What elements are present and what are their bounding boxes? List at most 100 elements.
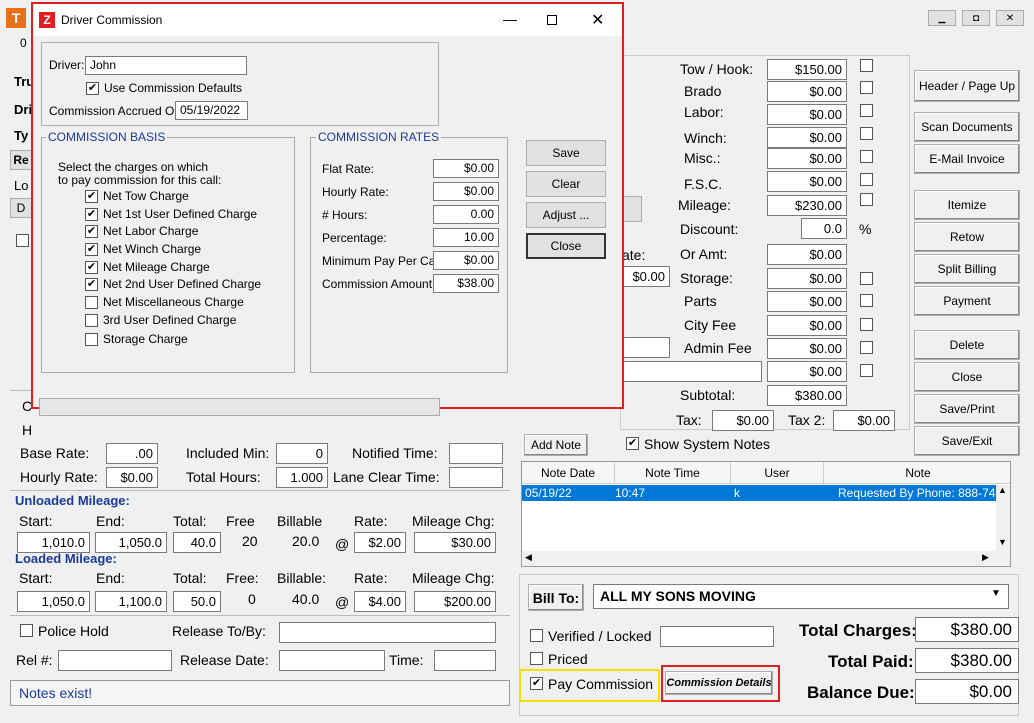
release-date-field[interactable] — [279, 650, 385, 671]
verified-checkbox[interactable] — [530, 629, 543, 642]
hourly-rate-field[interactable]: $0.00 — [106, 467, 158, 488]
verified-field[interactable] — [660, 626, 774, 647]
col-note-time[interactable]: Note Time — [615, 462, 731, 484]
notified-time-field[interactable] — [449, 443, 503, 464]
mileage-field[interactable]: $230.00 — [767, 195, 847, 216]
col-note[interactable]: Note — [824, 462, 1010, 484]
restore-button[interactable]: ◘ — [962, 10, 990, 26]
priced-checkbox[interactable] — [530, 652, 543, 665]
storage-checkbox[interactable] — [860, 272, 873, 285]
save-exit-button[interactable]: Save/Exit — [914, 426, 1020, 456]
winch-field[interactable]: $0.00 — [767, 127, 847, 148]
unloaded-rate-field[interactable]: $2.00 — [354, 532, 406, 553]
retow-button[interactable]: Retow — [914, 222, 1020, 252]
extra-field-a[interactable] — [622, 337, 670, 358]
storage-field[interactable]: $0.00 — [767, 268, 847, 289]
scroll-left-icon[interactable]: ◀ — [525, 552, 532, 563]
flat-rate-field[interactable]: $0.00 — [433, 159, 499, 178]
commission-details-button[interactable]: Commission Details — [665, 671, 773, 695]
fsc-field[interactable]: $0.00 — [767, 171, 847, 192]
chevron-down-icon[interactable]: ▼ — [991, 588, 1001, 599]
email-invoice-button[interactable]: E-Mail Invoice — [914, 144, 1020, 174]
net-1st-user-checkbox[interactable]: ✔ — [85, 208, 98, 221]
loaded-start-field[interactable]: 1,050.0 — [17, 591, 90, 612]
net-2nd-user-checkbox[interactable]: ✔ — [85, 278, 98, 291]
extra-charge-field[interactable]: $0.00 — [767, 361, 847, 382]
mileage-checkbox[interactable] — [860, 193, 873, 206]
close-button[interactable]: Close — [914, 362, 1020, 392]
police-hold-checkbox[interactable] — [20, 624, 33, 637]
tax-field[interactable]: $0.00 — [712, 410, 774, 431]
tab-label[interactable]: 0 — [20, 36, 27, 50]
discount-field[interactable]: 0.0 — [801, 218, 847, 239]
dialog-clear-button[interactable]: Clear — [526, 171, 606, 197]
ate-field[interactable]: $0.00 — [622, 266, 670, 287]
extra-field-b[interactable] — [622, 361, 762, 382]
header-page-up-button[interactable]: Header / Page Up — [914, 70, 1020, 102]
base-rate-field[interactable]: .00 — [106, 443, 158, 464]
unloaded-end-field[interactable]: 1,050.0 — [95, 532, 167, 553]
min-pay-field[interactable]: $0.00 — [433, 251, 499, 270]
winch-checkbox[interactable] — [860, 127, 873, 140]
release-to-field[interactable] — [279, 622, 496, 643]
extra-checkbox[interactable] — [860, 364, 873, 377]
total-paid-field[interactable]: $380.00 — [915, 648, 1019, 673]
add-note-button[interactable]: Add Note — [524, 434, 588, 456]
percentage-field[interactable]: 10.00 — [433, 228, 499, 247]
total-hours-field[interactable]: 1.000 — [276, 467, 328, 488]
bill-to-button[interactable]: Bill To: — [528, 584, 584, 611]
payment-button[interactable]: Payment — [914, 286, 1020, 316]
show-system-notes-checkbox[interactable]: ✔ — [626, 437, 639, 450]
save-print-button[interactable]: Save/Print — [914, 394, 1020, 424]
included-min-field[interactable]: 0 — [276, 443, 328, 464]
fsc-checkbox[interactable] — [860, 173, 873, 186]
col-note-date[interactable]: Note Date — [522, 462, 615, 484]
horizontal-scrollbar[interactable]: ◀ ▶ — [522, 551, 1010, 566]
col-user[interactable]: User — [731, 462, 824, 484]
subtotal-field[interactable]: $380.00 — [767, 385, 847, 406]
scan-documents-button[interactable]: Scan Documents — [914, 112, 1020, 142]
brado-field[interactable]: $0.00 — [767, 81, 847, 102]
net-tow-checkbox[interactable]: ✔ — [85, 190, 98, 203]
use-defaults-checkbox[interactable]: ✔ — [86, 82, 99, 95]
dialog-maximize-icon[interactable] — [547, 15, 557, 25]
hourly-rate-field[interactable]: $0.00 — [433, 182, 499, 201]
city-fee-checkbox[interactable] — [860, 318, 873, 331]
storage-charge-checkbox[interactable] — [85, 333, 98, 346]
total-charges-field[interactable]: $380.00 — [915, 617, 1019, 642]
unloaded-total-field[interactable]: 40.0 — [173, 532, 221, 553]
admin-fee-checkbox[interactable] — [860, 341, 873, 354]
table-row[interactable]: 05/19/22 10:47 k Requested By Phone: 888… — [522, 485, 1002, 501]
accrued-field[interactable]: 05/19/2022 — [175, 101, 248, 120]
dialog-save-button[interactable]: Save — [526, 140, 606, 166]
labor-checkbox[interactable] — [860, 104, 873, 117]
time-field[interactable] — [434, 650, 496, 671]
minimize-button[interactable]: ▁ — [928, 10, 956, 26]
loaded-total-field[interactable]: 50.0 — [173, 591, 221, 612]
dialog-close-icon[interactable]: ✕ — [591, 10, 604, 30]
misc-checkbox[interactable] — [860, 150, 873, 163]
d-button[interactable]: D — [10, 198, 32, 218]
net-misc-checkbox[interactable] — [85, 296, 98, 309]
misc-field[interactable]: $0.00 — [767, 148, 847, 169]
split-billing-button[interactable]: Split Billing — [914, 254, 1020, 284]
tow-hook-checkbox[interactable] — [860, 59, 873, 72]
tax2-field[interactable]: $0.00 — [833, 410, 895, 431]
net-winch-checkbox[interactable]: ✔ — [85, 243, 98, 256]
scroll-up-icon[interactable]: ▲ — [998, 485, 1007, 495]
scroll-down-icon[interactable]: ▼ — [998, 537, 1007, 547]
dialog-adjust-button[interactable]: Adjust ... — [526, 202, 606, 228]
net-labor-checkbox[interactable]: ✔ — [85, 225, 98, 238]
loaded-rate-field[interactable]: $4.00 — [354, 591, 406, 612]
ate-button[interactable] — [622, 196, 642, 222]
delete-button[interactable]: Delete — [914, 330, 1020, 360]
admin-fee-field[interactable]: $0.00 — [767, 338, 847, 359]
hours-field[interactable]: 0.00 — [433, 205, 499, 224]
commission-amount-field[interactable]: $38.00 — [433, 274, 499, 293]
parts-field[interactable]: $0.00 — [767, 291, 847, 312]
3rd-user-checkbox[interactable] — [85, 314, 98, 327]
driver-field[interactable]: John — [85, 56, 247, 75]
unloaded-start-field[interactable]: 1,010.0 — [17, 532, 90, 553]
labor-field[interactable]: $0.00 — [767, 104, 847, 125]
loaded-chg-field[interactable]: $200.00 — [414, 591, 496, 612]
